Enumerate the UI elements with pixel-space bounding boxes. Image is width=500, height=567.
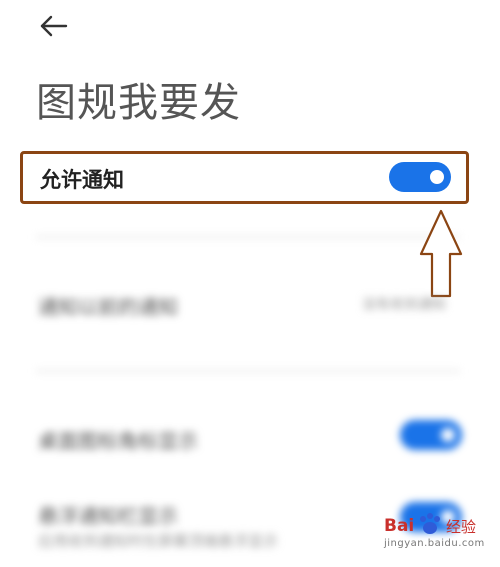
divider [36, 370, 460, 372]
divider [36, 236, 460, 238]
watermark-url: jingyan.baidu.com [384, 538, 485, 549]
setting-label: 桌面图标角标显示 [38, 429, 198, 453]
allow-notification-row[interactable]: 允许通知 [20, 151, 469, 204]
toggle-knob [430, 170, 444, 184]
up-arrow-outline-icon [418, 208, 464, 300]
toggle-knob [441, 428, 455, 442]
setting-label: 通知以前的通知 [38, 295, 178, 319]
watermark-cn: 经验 [446, 518, 477, 536]
allow-notification-label: 允许通知 [40, 168, 124, 192]
allow-notification-toggle[interactable] [389, 162, 451, 192]
setting-value[interactable]: 没有收到通知 [362, 294, 446, 314]
setting-toggle[interactable] [400, 420, 462, 450]
baidu-jingyan-watermark: Bai 经验 jingyan.baidu.com [380, 510, 498, 565]
setting-subtext: 应用收到通知时在屏幕顶端悬浮显示 [38, 532, 279, 550]
setting-label: 悬浮通知栏显示 [38, 504, 178, 528]
back-arrow-icon[interactable] [36, 10, 72, 42]
page-title: 图规我要发 [36, 80, 241, 126]
paw-icon [416, 512, 444, 540]
watermark-brand: Bai [384, 516, 415, 536]
